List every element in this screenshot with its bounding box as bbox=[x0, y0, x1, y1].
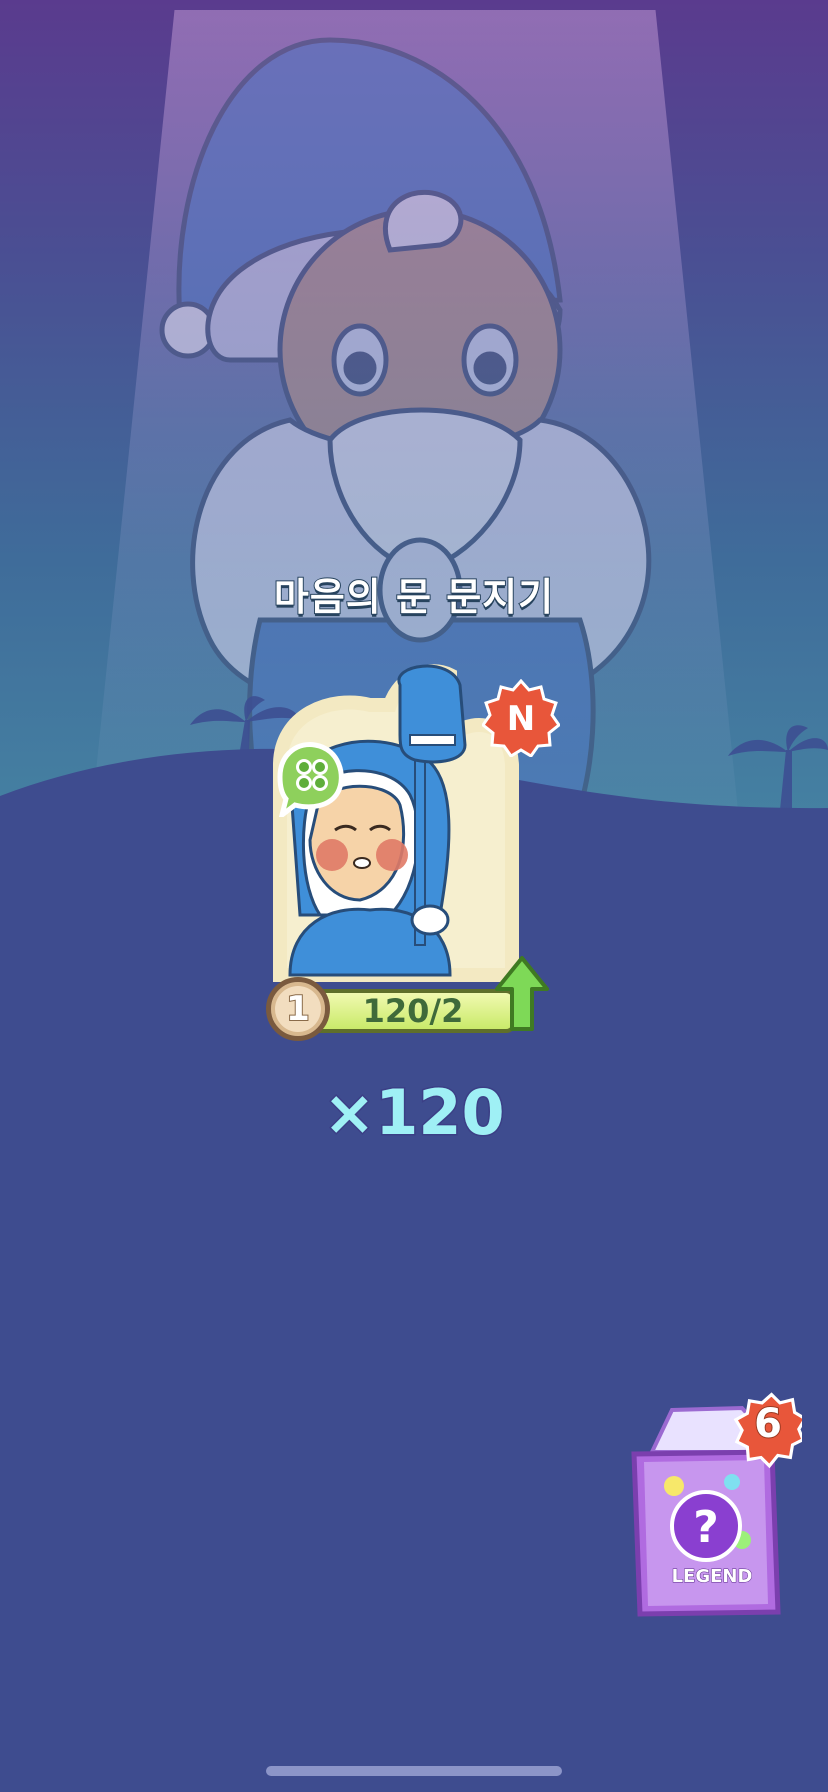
pack-question-icon: ? bbox=[693, 1502, 719, 1553]
rarity-badge-icon: N bbox=[482, 679, 560, 757]
legend-pack[interactable]: ? LEGEND 6 bbox=[622, 1390, 802, 1622]
pack-count-badge: 6 bbox=[753, 1400, 783, 1448]
character-card[interactable]: N 120/2 1 bbox=[250, 655, 570, 1055]
arrow-up-icon[interactable] bbox=[494, 955, 550, 1033]
reward-quantity: ×120 bbox=[322, 1075, 506, 1151]
level-badge: 1 bbox=[266, 977, 330, 1041]
card-count-bar: 120/2 bbox=[310, 989, 516, 1033]
clover-icon bbox=[277, 741, 344, 817]
rarity-badge-text: N bbox=[507, 699, 535, 739]
pack-label: LEGEND bbox=[671, 1566, 753, 1588]
home-indicator[interactable] bbox=[266, 1766, 562, 1776]
character-title: 마음의 문 문지기 bbox=[273, 574, 555, 620]
